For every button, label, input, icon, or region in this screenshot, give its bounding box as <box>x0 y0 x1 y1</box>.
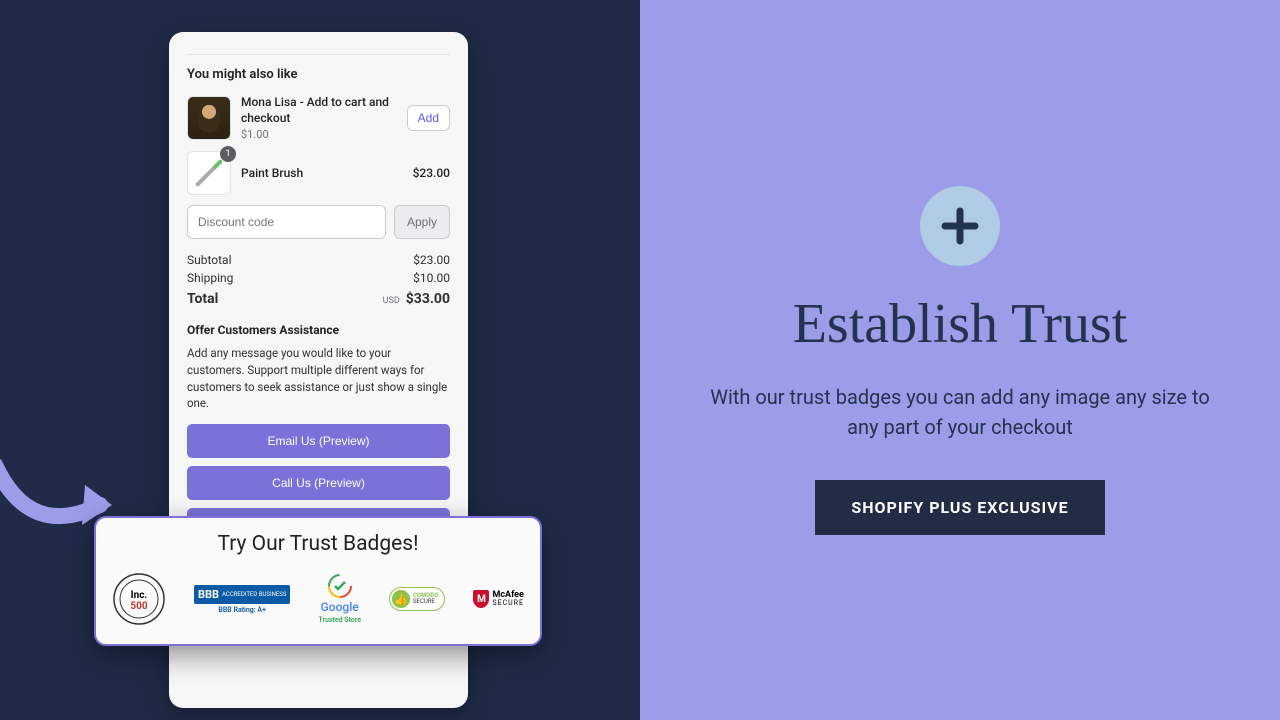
product-title: Mona Lisa - Add to cart and checkout <box>241 94 397 126</box>
section-title: You might also like <box>187 67 450 82</box>
cta-badge: SHOPIFY PLUS EXCLUSIVE <box>815 480 1104 535</box>
right-panel: Establish Trust With our trust badges yo… <box>640 0 1280 720</box>
call-us-button[interactable]: Call Us (Preview) <box>187 466 450 500</box>
left-panel: You might also like Mona Lisa - Add to c… <box>0 0 640 720</box>
assist-title: Offer Customers Assistance <box>187 323 450 337</box>
badge-mcafee: M McAfeeSECURE <box>473 590 524 608</box>
apply-button[interactable]: Apply <box>394 205 450 239</box>
product-price: $23.00 <box>413 166 450 180</box>
total-value: $33.00 <box>406 291 450 307</box>
cart-product: 1 Paint Brush $23.00 <box>187 151 450 195</box>
discount-row: Apply <box>187 205 450 239</box>
divider <box>187 54 450 55</box>
badges-row: Inc.500 BBBACCREDITED BUSINESS BBB Ratin… <box>112 572 524 626</box>
badge-comodo: 👍 COMODOSECURE <box>389 587 446 611</box>
product-info: Paint Brush <box>241 165 403 181</box>
product-thumb-mona-lisa <box>187 96 231 140</box>
plus-icon <box>920 186 1000 266</box>
add-button[interactable]: Add <box>407 105 450 131</box>
hero-text: With our trust badges you can add any im… <box>710 382 1210 442</box>
badge-inc500: Inc.500 <box>112 572 166 626</box>
suggested-product: Mona Lisa - Add to cart and checkout $1.… <box>187 94 450 141</box>
subtotal-line: Subtotal $23.00 <box>187 253 450 267</box>
total-line: Total USD $33.00 <box>187 291 450 307</box>
assist-text: Add any message you would like to your c… <box>187 345 450 412</box>
badge-bbb: BBBACCREDITED BUSINESS BBB Rating: A+ <box>194 585 290 614</box>
badges-title: Try Our Trust Badges! <box>112 532 524 556</box>
subtotal-label: Subtotal <box>187 253 232 267</box>
total-label: Total <box>187 291 218 307</box>
badge-google-trusted: Google Trusted Store <box>318 574 361 624</box>
quantity-badge: 1 <box>220 146 236 162</box>
hero-title: Establish Trust <box>793 296 1128 352</box>
subtotal-value: $23.00 <box>413 253 450 267</box>
currency-label: USD <box>383 296 400 306</box>
product-title: Paint Brush <box>241 165 403 181</box>
product-thumb-paint-brush: 1 <box>187 151 231 195</box>
svg-text:Inc.: Inc. <box>131 590 148 601</box>
shipping-value: $10.00 <box>413 271 450 285</box>
svg-text:500: 500 <box>130 601 147 612</box>
trust-badges-popup: Try Our Trust Badges! Inc.500 BBBACCREDI… <box>94 516 542 646</box>
email-us-button[interactable]: Email Us (Preview) <box>187 424 450 458</box>
shipping-line: Shipping $10.00 <box>187 271 450 285</box>
product-info: Mona Lisa - Add to cart and checkout $1.… <box>241 94 397 141</box>
shipping-label: Shipping <box>187 271 233 285</box>
product-price: $1.00 <box>241 128 397 141</box>
discount-input[interactable] <box>187 205 386 239</box>
